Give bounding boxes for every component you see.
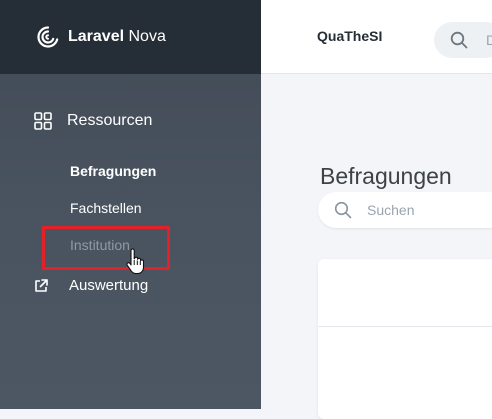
hand-cursor-icon (126, 248, 145, 274)
resource-search-placeholder: Suchen (367, 202, 415, 218)
search-icon (450, 31, 468, 49)
card-divider (318, 326, 492, 327)
highlight-box (42, 226, 170, 270)
search-icon (334, 201, 352, 219)
sidebar-item-befragungen[interactable]: Befragungen (70, 163, 156, 179)
topbar: QuaTheSI D (261, 0, 492, 74)
sidebar-item-fachstellen[interactable]: Fachstellen (70, 200, 142, 216)
page-title: Befragungen (320, 163, 452, 190)
resource-table-card (318, 259, 492, 419)
global-search-placeholder: D (486, 32, 492, 48)
brand-name-bold: Laravel (68, 28, 125, 45)
brand-name: Laravel Nova (68, 28, 166, 46)
global-search-input[interactable]: D (434, 22, 492, 58)
brand-header[interactable]: Laravel Nova (0, 0, 261, 74)
resource-search-input[interactable]: Suchen (318, 192, 492, 228)
sidebar: Laravel Nova Ressourcen Befragungen Fach… (0, 0, 261, 409)
laravel-nova-logo-icon (37, 26, 59, 48)
grid-icon (34, 112, 52, 130)
sidebar-link-auswertung[interactable]: Auswertung (34, 277, 148, 294)
external-link-icon (35, 278, 48, 292)
sidebar-section-label: Ressourcen (67, 112, 153, 129)
brand-name-light: Nova (124, 28, 166, 45)
sidebar-section-resources: Ressourcen (34, 112, 152, 130)
sidebar-link-label: Auswertung (69, 277, 149, 294)
app-name[interactable]: QuaTheSI (317, 28, 382, 44)
